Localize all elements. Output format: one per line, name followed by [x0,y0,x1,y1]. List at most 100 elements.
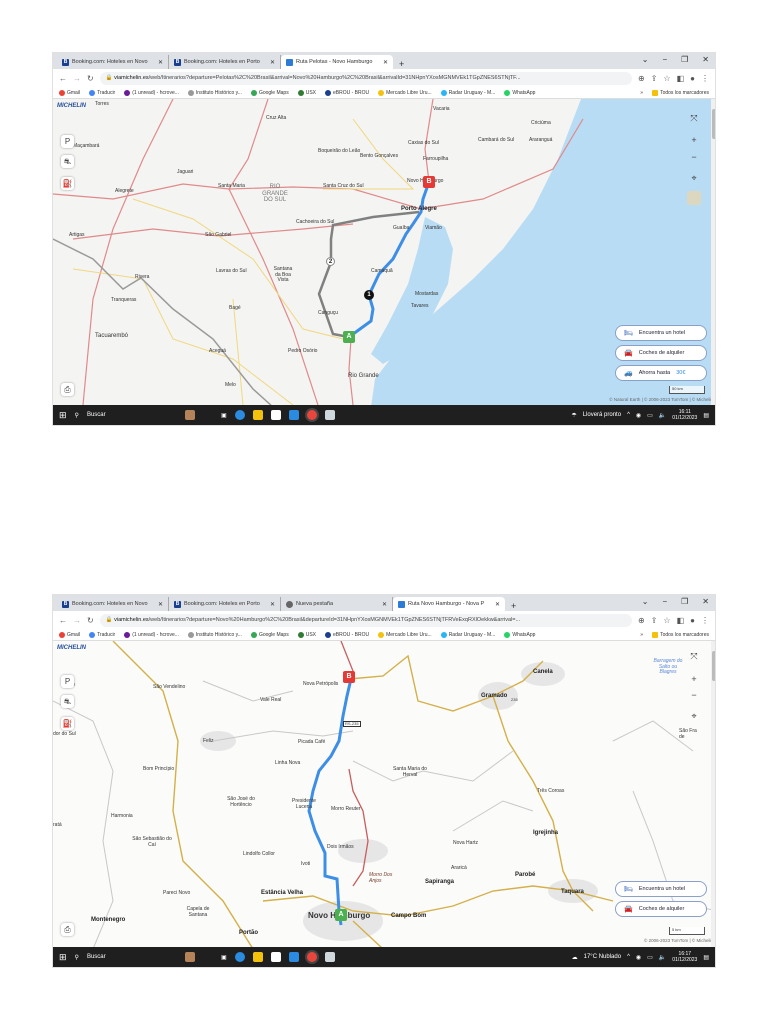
all-bookmarks-folder[interactable]: Todos los marcadores [652,89,709,96]
mail-app-icon[interactable] [288,952,299,962]
bookmark-mercadolibre[interactable]: Mercado Libre Uru... [378,631,432,638]
tab-ruta-novo-hamburgo[interactable]: Ruta Novo Hamburgo - Nova P ✕ [393,597,505,611]
close-tab-icon[interactable]: ✕ [270,601,275,608]
bookmark-instituto[interactable]: Instituto Histórico y... [187,631,242,638]
weather-text[interactable]: 17°C Nublado [584,954,621,960]
bookmark-traducir[interactable]: Traducir [89,89,115,96]
volume-icon[interactable]: 🔈 [659,954,666,961]
parking-icon[interactable]: P [61,135,74,148]
new-tab-button[interactable]: + [393,59,410,69]
minimize-icon[interactable]: − [662,55,667,64]
route-map[interactable]: MICHELIN Cruz Alta Vacaria Criciúma Maça… [53,99,715,407]
notifications-icon[interactable]: ▤ [703,412,709,419]
profile-icon[interactable]: ● [690,616,695,625]
windows-start-icon[interactable]: ⊞ [59,410,67,421]
store-icon[interactable] [270,952,281,962]
sidepanel-icon[interactable]: ◧ [677,74,685,83]
tab-booking-novo[interactable]: B Booking.com: Hoteles en Novo ✕ [57,55,169,69]
volume-icon[interactable]: 🔈 [659,412,666,419]
document-icon[interactable] [324,410,335,420]
start-marker[interactable]: A [343,331,355,343]
taskbar-search[interactable]: Buscar [87,954,177,960]
widget-icon[interactable] [184,952,195,962]
route-step-2[interactable]: 2 [326,257,335,266]
fuel-icon[interactable]: ⛽ [61,717,74,730]
bookmark-instituto[interactable]: Instituto Histórico y... [187,89,242,96]
close-tab-icon[interactable]: ✕ [495,601,500,608]
tab-nueva-pestana[interactable]: Nueva pestaña ✕ [281,597,393,611]
weather-text[interactable]: Lloverá pronto [583,412,621,418]
print-icon[interactable]: ⎙ [61,383,74,396]
bookmark-whatsapp[interactable]: WhatsApp [504,631,535,638]
more-bookmarks-button[interactable]: » [640,90,643,96]
taskbar-search[interactable]: Buscar [87,412,177,418]
zoom-in-icon[interactable]: + [687,133,701,147]
back-icon[interactable]: ← [59,74,67,83]
tab-booking-porto[interactable]: B Booking.com: Hoteles en Porto ✕ [169,597,281,611]
address-bar[interactable]: 🔒 viamichelin.es/web/Itinerarios?departu… [99,71,633,85]
chrome-icon[interactable] [306,952,317,962]
edge-icon[interactable] [234,952,245,962]
close-tab-icon[interactable]: ✕ [158,601,163,608]
bookmark-radar[interactable]: Radar Uruguay - M... [440,89,495,96]
all-bookmarks-folder[interactable]: Todos los marcadores [652,631,709,638]
new-tab-button[interactable]: + [505,601,522,611]
tray-chevron-icon[interactable]: ^ [627,412,630,418]
maximize-icon[interactable]: ❐ [681,597,688,606]
back-icon[interactable]: ← [59,616,67,625]
find-hotel-button[interactable]: 🛏 Encuentra un hotel [615,881,707,897]
fuel-icon[interactable]: ⛽ [61,177,74,190]
edge-icon[interactable] [234,410,245,420]
tab-ruta-pelotas[interactable]: Ruta Pelotas - Novo Hamburgo ✕ [281,55,393,69]
document-icon[interactable] [324,952,335,962]
end-marker[interactable]: B [423,176,435,188]
bookmark-gmail[interactable]: Gmail [59,631,80,638]
traffic-icon[interactable]: ⛐ [61,695,74,708]
maximize-icon[interactable]: ❐ [681,55,688,64]
bookmark-ebrou[interactable]: eBROU - BROU [324,89,369,96]
bookmark-gmail[interactable]: Gmail [59,89,80,96]
reload-icon[interactable]: ↻ [87,74,94,83]
more-bookmarks-button[interactable]: » [640,632,643,638]
file-explorer-icon[interactable] [252,952,263,962]
print-icon[interactable]: ⎙ [61,923,74,936]
clock[interactable]: 16:11 01/12/2023 [672,409,697,422]
network-icon[interactable]: ▭ [647,412,653,419]
bookmark-radar[interactable]: Radar Uruguay - M... [440,631,495,638]
close-icon[interactable]: ✕ [702,597,709,606]
sidepanel-icon[interactable]: ◧ [677,616,685,625]
fullscreen-icon[interactable]: ⤧ [687,649,701,663]
profile-icon[interactable]: ● [690,74,695,83]
scrollbar-thumb[interactable] [712,651,715,681]
tab-search-icon[interactable]: ⌄ [642,597,649,606]
file-explorer-icon[interactable] [252,410,263,420]
bookmark-mail[interactable]: (1 unread) - hcrove... [124,89,179,96]
store-icon[interactable] [270,410,281,420]
notifications-icon[interactable]: ▤ [703,954,709,961]
widget-icon[interactable] [184,410,195,420]
bookmark-whatsapp[interactable]: WhatsApp [504,89,535,96]
bookmark-traducir[interactable]: Traducir [89,631,115,638]
locate-icon[interactable]: ⌖ [687,171,701,185]
network-icon[interactable]: ▭ [647,954,653,961]
bookmark-mercadolibre[interactable]: Mercado Libre Uru... [378,89,432,96]
end-marker[interactable]: B [343,671,355,683]
zoom-out-icon[interactable]: − [687,688,701,702]
bookmark-google-maps[interactable]: Google Maps [250,89,289,96]
zoom-in-icon[interactable]: + [687,672,701,686]
save-button[interactable]: 🚙 Ahorra hasta 30€ [615,365,707,381]
install-icon[interactable]: ⊕ [638,616,645,625]
scrollbar[interactable] [711,99,715,407]
forward-icon[interactable]: → [73,74,81,83]
bookmark-ebrou[interactable]: eBROU - BROU [324,631,369,638]
parking-icon[interactable]: P [61,675,74,688]
clock[interactable]: 16:17 01/12/2023 [672,951,697,964]
start-marker[interactable]: A [335,909,347,921]
windows-start-icon[interactable]: ⊞ [59,952,67,963]
close-tab-icon[interactable]: ✕ [158,59,163,66]
traffic-icon[interactable]: ⛐ [61,155,74,168]
share-icon[interactable]: ⇪ [651,74,658,83]
close-tab-icon[interactable]: ✕ [383,59,388,66]
close-icon[interactable]: ✕ [702,55,709,64]
tray-chevron-icon[interactable]: ^ [627,954,630,960]
